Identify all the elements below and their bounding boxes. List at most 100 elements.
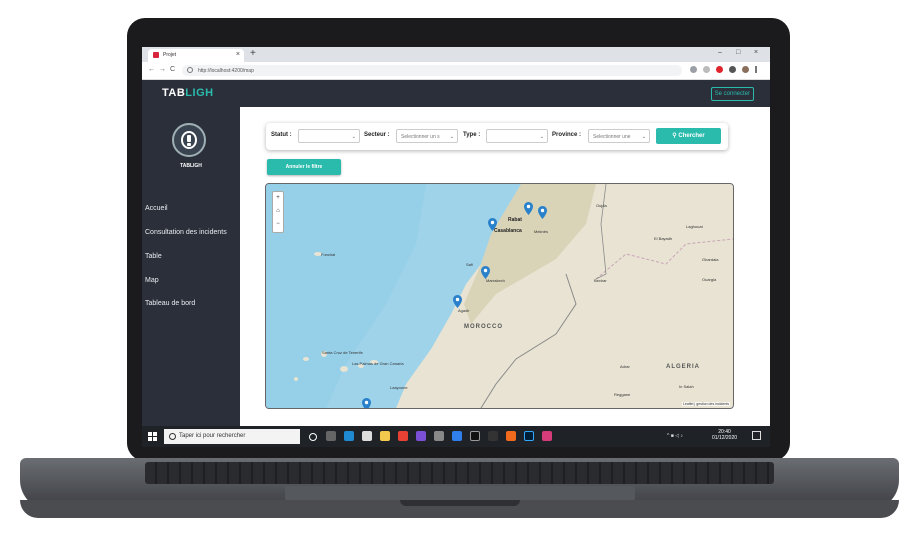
postman-icon[interactable] xyxy=(506,431,516,441)
task-view-icon[interactable] xyxy=(326,431,336,441)
map-label-bechar: Bechar xyxy=(594,278,607,283)
login-button[interactable]: Se connecter xyxy=(710,87,754,101)
reload-button[interactable]: C xyxy=(170,66,175,73)
app-icon[interactable] xyxy=(542,431,552,441)
tabligh-logo-icon xyxy=(172,123,206,157)
main-content: Statut : ⌄ Secteur : Selectionner un s ⌄ … xyxy=(240,107,770,426)
statut-select[interactable]: ⌄ xyxy=(298,129,360,143)
tab-close-icon[interactable]: × xyxy=(236,51,240,58)
url-field[interactable]: http://localhost:4200/map xyxy=(182,65,682,76)
sidebar-item-accueil[interactable]: Accueil xyxy=(145,205,168,212)
translate-icon[interactable] xyxy=(690,66,697,73)
close-window-button[interactable]: × xyxy=(754,49,758,56)
search-button-label: Chercher xyxy=(678,133,705,139)
extensions-icon[interactable] xyxy=(729,66,736,73)
minimize-button[interactable]: – xyxy=(718,49,722,56)
browser-tabbar: Projet × + – □ × xyxy=(142,47,770,62)
brand-text-2: LIGH xyxy=(185,87,214,99)
taskbar-clock[interactable]: 20:40 01/12/2020 xyxy=(712,429,737,441)
statut-label: Statut : xyxy=(271,132,292,138)
system-tray-icons[interactable]: ^ ■ ◁ ♪ xyxy=(667,433,683,439)
windows-start-icon[interactable] xyxy=(148,432,157,441)
terminal-icon[interactable] xyxy=(470,431,480,441)
sidebar-item-map[interactable]: Map xyxy=(145,277,159,284)
laptop-keyboard xyxy=(145,462,774,484)
browser-tab[interactable]: Projet × xyxy=(148,49,244,62)
map-marker-pin-icon[interactable] xyxy=(362,398,371,409)
exclamation-icon xyxy=(187,135,191,142)
province-select[interactable]: Selectionner une ⌄ xyxy=(588,129,650,143)
taskbar-search-placeholder: Taper ici pour rechercher xyxy=(179,433,246,439)
sidebar-item-consultation[interactable]: Consultation des incidents xyxy=(145,229,227,236)
browser-address-bar: ← → C http://localhost:4200/map xyxy=(142,62,770,80)
menu-dots-icon[interactable] xyxy=(755,66,757,73)
zoom-in-button[interactable]: + xyxy=(273,192,283,205)
reset-filter-button[interactable]: Annuler le filtre xyxy=(267,159,341,175)
map-marker-pin-icon[interactable] xyxy=(524,202,533,215)
tab-title: Projet xyxy=(163,52,177,58)
notification-icon[interactable] xyxy=(752,431,761,440)
map-marker-pin-icon[interactable] xyxy=(481,266,490,279)
photoshop-icon[interactable] xyxy=(524,431,534,441)
store-icon[interactable] xyxy=(362,431,372,441)
vscode-icon[interactable] xyxy=(452,431,462,441)
star-icon[interactable] xyxy=(703,66,710,73)
secteur-label: Secteur : xyxy=(364,132,390,138)
chevron-down-icon: ⌄ xyxy=(539,134,544,140)
search-icon xyxy=(169,433,176,440)
map-attribution[interactable]: Leaflet | gestion des incidents xyxy=(681,402,730,406)
map-label-santa-cruz: Santa Cruz de Tenerife xyxy=(322,350,363,355)
chrome-icon[interactable] xyxy=(398,431,408,441)
new-tab-button[interactable]: + xyxy=(250,48,256,59)
github-icon[interactable] xyxy=(434,431,444,441)
province-value: Selectionner une xyxy=(593,134,631,140)
home-icon[interactable]: ⌂ xyxy=(273,205,283,218)
chevron-down-icon: ⌄ xyxy=(641,134,646,140)
url-text: http://localhost:4200/map xyxy=(198,68,254,74)
type-select[interactable]: ⌄ xyxy=(486,129,548,143)
map-label-adrar: Adrar xyxy=(620,364,630,369)
app-icon[interactable] xyxy=(416,431,426,441)
laptop-trackpad xyxy=(285,486,635,500)
map-marker-pin-icon[interactable] xyxy=(538,206,547,219)
maximize-button[interactable]: □ xyxy=(736,49,740,56)
opera-icon[interactable] xyxy=(716,66,723,73)
map-label-safi: Safi xyxy=(466,262,473,267)
map-label-laghouat: Laghouat xyxy=(686,224,703,229)
cortana-icon[interactable] xyxy=(309,433,317,441)
sidebar-item-tableau-de-bord[interactable]: Tableau de bord xyxy=(145,300,195,307)
taskbar-search-box[interactable]: Taper ici pour rechercher xyxy=(164,429,300,444)
map-label-rabat: Rabat xyxy=(508,217,522,223)
logo-ring xyxy=(181,131,197,149)
angular-favicon-icon xyxy=(153,52,159,58)
map-label-funchal: Funchal xyxy=(321,252,336,257)
filter-bar: Statut : ⌄ Secteur : Selectionner un s ⌄ … xyxy=(266,123,728,150)
brand-logo[interactable]: TABLIGH xyxy=(162,87,214,99)
map-label-morocco: MOROCCO xyxy=(464,324,503,330)
map-label-ouargla: Ouargla xyxy=(702,277,717,282)
back-button[interactable]: ← xyxy=(148,66,155,73)
map-label-ghardaia: Ghardaia xyxy=(702,257,719,262)
forward-button[interactable]: → xyxy=(159,66,166,73)
laptop-screen: Projet × + – □ × ← → C http://localhost:… xyxy=(142,47,770,447)
app-icon[interactable] xyxy=(488,431,498,441)
search-button[interactable]: ⚲ Chercher xyxy=(656,128,721,144)
zoom-out-button[interactable]: − xyxy=(273,218,283,231)
map-marker-pin-icon[interactable] xyxy=(453,295,462,308)
chevron-down-icon: ⌄ xyxy=(351,134,356,140)
map-marker-pin-icon[interactable] xyxy=(488,218,497,231)
map-label-oujda: Oujda xyxy=(596,203,607,208)
map-label-el-bayadh: El Bayadh xyxy=(654,236,673,241)
file-explorer-icon[interactable] xyxy=(380,431,390,441)
edge-icon[interactable] xyxy=(344,431,354,441)
sidebar: TABLIGH Accueil Consultation des inciden… xyxy=(142,107,240,426)
map-label-las-palmas: Las Palmas de Gran Canaria xyxy=(352,361,404,366)
type-label: Type : xyxy=(463,132,481,138)
map-label-in-salah: In Salah xyxy=(679,384,694,389)
sidebar-item-table[interactable]: Table xyxy=(145,253,162,260)
info-icon xyxy=(187,67,193,73)
clock-date: 01/12/2020 xyxy=(712,435,738,441)
map-view[interactable]: + ⌂ − Rabat Casablanca Meknès Safi Marra… xyxy=(265,183,734,409)
profile-avatar-icon[interactable] xyxy=(742,66,749,73)
secteur-select[interactable]: Selectionner un s ⌄ xyxy=(396,129,458,143)
